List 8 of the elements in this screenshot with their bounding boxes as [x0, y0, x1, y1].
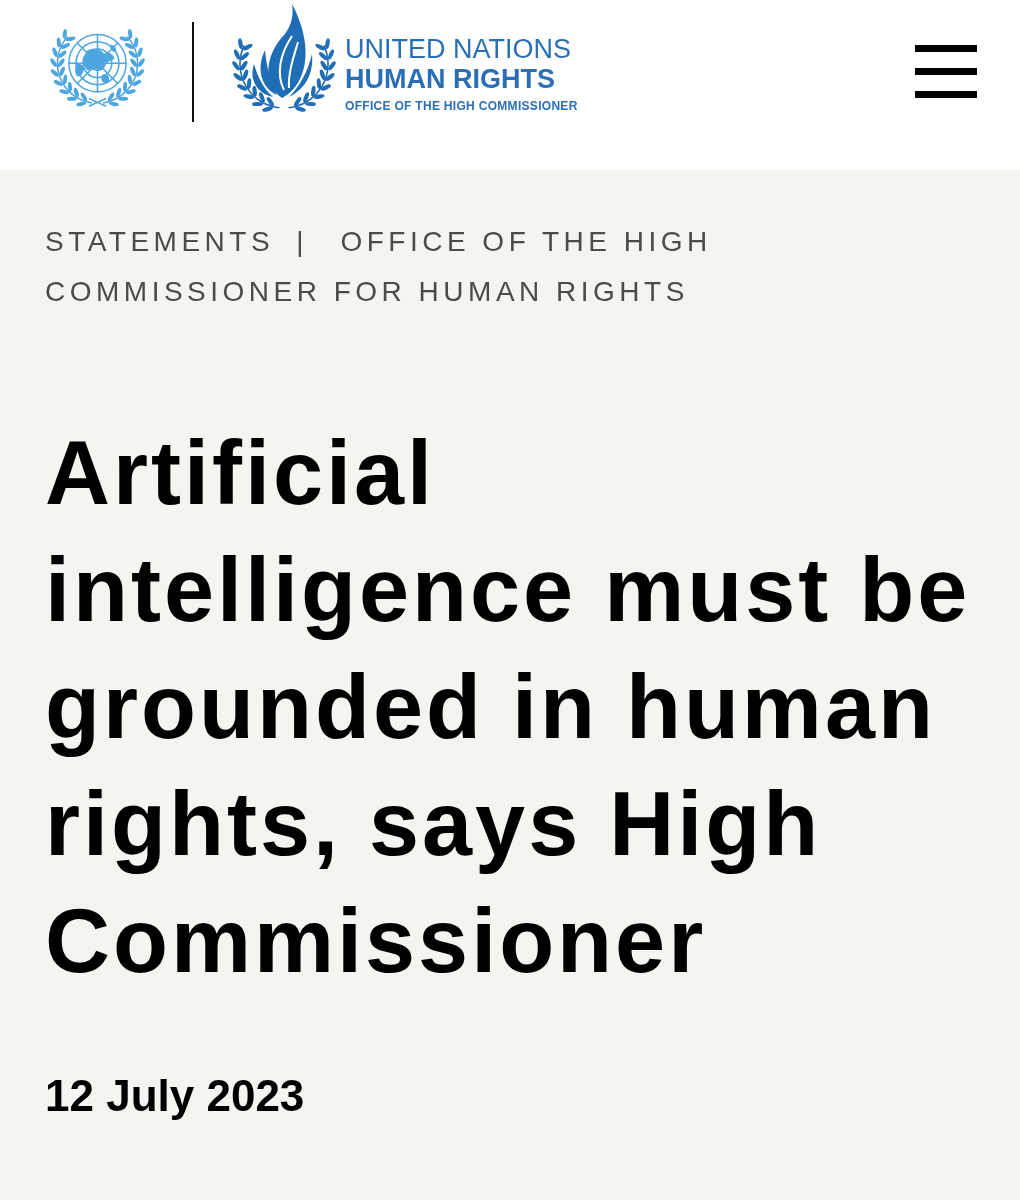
logo-title: UNITED NATIONS — [345, 34, 572, 64]
breadcrumb: STATEMENTS | OFFICE OF THE HIGH COMMISSIONER FOR HUMAN RIGHTS — [45, 225, 713, 309]
article-title: Artificial intelligence must be grounded in human rights, says High Commissioner — [45, 422, 972, 993]
article-date: 12 July 2023 — [45, 1070, 306, 1122]
logo-subtitle: HUMAN RIGHTS — [345, 64, 556, 95]
menu-icon — [915, 45, 977, 98]
logo-tagline: OFFICE OF THE HIGH COMMISSIONER — [345, 98, 578, 115]
menu-button[interactable] — [915, 45, 977, 98]
